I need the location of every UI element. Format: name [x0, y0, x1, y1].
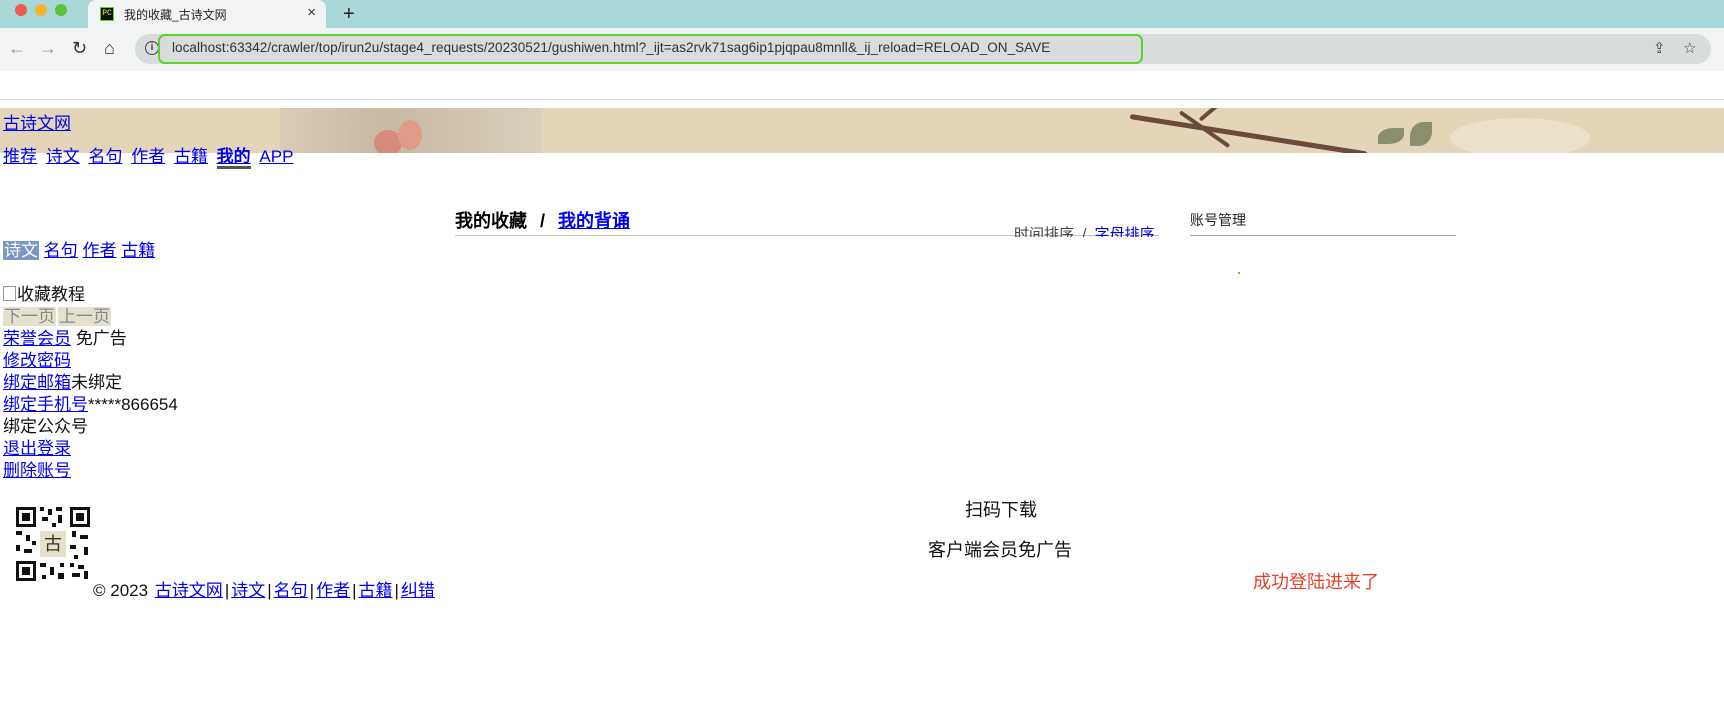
- category-tabs: 诗文 名句 作者 古籍: [3, 236, 155, 261]
- nav-books[interactable]: 古籍: [174, 147, 208, 166]
- footer-link-quotes[interactable]: 名句: [274, 581, 308, 600]
- cloud-decoration: [1450, 118, 1590, 153]
- maximize-window-button[interactable]: [55, 4, 67, 16]
- qr-center-char: 古: [44, 534, 62, 555]
- url-field[interactable]: localhost:63342/crawler/top/irun2u/stage…: [158, 34, 1143, 64]
- site-info-icon[interactable]: i: [145, 41, 159, 55]
- delete-account-link[interactable]: 删除账号: [3, 461, 71, 480]
- category-books[interactable]: 古籍: [121, 241, 155, 260]
- footer-divider: |: [394, 581, 399, 600]
- footer-link-authors[interactable]: 作者: [316, 581, 350, 600]
- vip-suffix: 免广告: [75, 329, 127, 348]
- nav-authors[interactable]: 作者: [131, 147, 165, 166]
- category-poems[interactable]: 诗文: [3, 241, 39, 260]
- flower-decoration: [398, 120, 422, 150]
- tab-title: 我的收藏_古诗文网: [124, 8, 227, 22]
- branch-decoration: [1129, 114, 1368, 153]
- url-text[interactable]: localhost:63342/crawler/top/irun2u/stage…: [172, 40, 1050, 55]
- category-quotes[interactable]: 名句: [44, 241, 78, 260]
- footer-divider: |: [267, 581, 272, 600]
- section-separator: /: [540, 211, 546, 231]
- forward-icon[interactable]: →: [39, 38, 57, 58]
- section-heading: 我的收藏 / 我的背诵: [455, 207, 630, 233]
- sort-by-alpha-link[interactable]: 字母排序: [1095, 226, 1155, 237]
- close-window-button[interactable]: [15, 4, 27, 16]
- footer-links: © 2023 古诗文网 | 诗文 | 名句 | 作者 | 古籍 | 纠错: [93, 576, 437, 601]
- banner-painting: [280, 108, 542, 153]
- nav-recommend[interactable]: 推荐: [3, 147, 37, 166]
- share-icon[interactable]: ⇪: [1653, 39, 1666, 57]
- leaf-decoration: [1378, 128, 1404, 144]
- nav-app[interactable]: APP: [259, 147, 293, 166]
- leaf-decoration: [1410, 122, 1432, 146]
- footer-divider: |: [309, 581, 315, 600]
- qr-code-icon: 古: [14, 505, 92, 583]
- scan-download-label: 扫码下载: [965, 500, 1037, 520]
- main-nav: 推荐 诗文 名句 作者 古籍 我的 APP: [3, 142, 297, 169]
- account-divider: [1190, 235, 1456, 236]
- footer-link-home[interactable]: 古诗文网: [155, 581, 223, 600]
- sort-options: 时间排序 / 字母排序: [1014, 223, 1155, 237]
- section-title: 我的收藏: [455, 211, 527, 231]
- nav-poems[interactable]: 诗文: [46, 147, 80, 166]
- broken-image-icon: [3, 286, 16, 301]
- client-vip-label: 客户端会员免广告: [928, 540, 1072, 560]
- nav-mine[interactable]: 我的: [216, 147, 251, 169]
- back-icon[interactable]: ←: [8, 38, 26, 58]
- browser-toolbar: ← → ↻ ⌂ i localhost:63342/crawler/top/ir…: [0, 28, 1724, 71]
- nav-quotes[interactable]: 名句: [88, 147, 122, 166]
- reload-icon[interactable]: ↻: [72, 38, 87, 58]
- bookmark-star-icon[interactable]: ☆: [1683, 39, 1696, 57]
- sort-separator: /: [1082, 226, 1087, 237]
- account-management-title: 账号管理: [1190, 212, 1246, 228]
- footer-link-report[interactable]: 纠错: [401, 581, 435, 600]
- favicon-icon: PC: [100, 7, 114, 21]
- my-recitation-link[interactable]: 我的背诵: [558, 211, 630, 231]
- home-icon[interactable]: ⌂: [104, 38, 115, 58]
- cursor-dot: [1238, 272, 1240, 274]
- sort-by-time[interactable]: 时间排序: [1014, 226, 1074, 237]
- copyright: © 2023: [93, 581, 149, 600]
- footer-link-poems[interactable]: 诗文: [231, 581, 265, 600]
- delete-account-row: 删除账号: [3, 456, 71, 481]
- close-tab-icon[interactable]: ×: [307, 5, 316, 21]
- site-logo-link[interactable]: 古诗文网: [3, 109, 71, 134]
- login-success-message: 成功登陆进来了: [1253, 572, 1379, 592]
- chrome-divider: [0, 99, 1724, 100]
- footer-divider: |: [352, 581, 357, 600]
- footer-divider: |: [224, 581, 230, 600]
- footer-link-books[interactable]: 古籍: [359, 581, 393, 600]
- address-bar[interactable]: i localhost:63342/crawler/top/irun2u/sta…: [135, 34, 1711, 64]
- minimize-window-button[interactable]: [35, 4, 47, 16]
- category-authors[interactable]: 作者: [82, 241, 116, 260]
- phone-value: *****866654: [88, 395, 178, 414]
- new-tab-icon[interactable]: +: [343, 3, 355, 25]
- browser-tabstrip: PC 我的收藏_古诗文网 × +: [0, 0, 1724, 28]
- branch-decoration: [1198, 108, 1240, 122]
- browser-tab[interactable]: PC 我的收藏_古诗文网 ×: [88, 0, 326, 28]
